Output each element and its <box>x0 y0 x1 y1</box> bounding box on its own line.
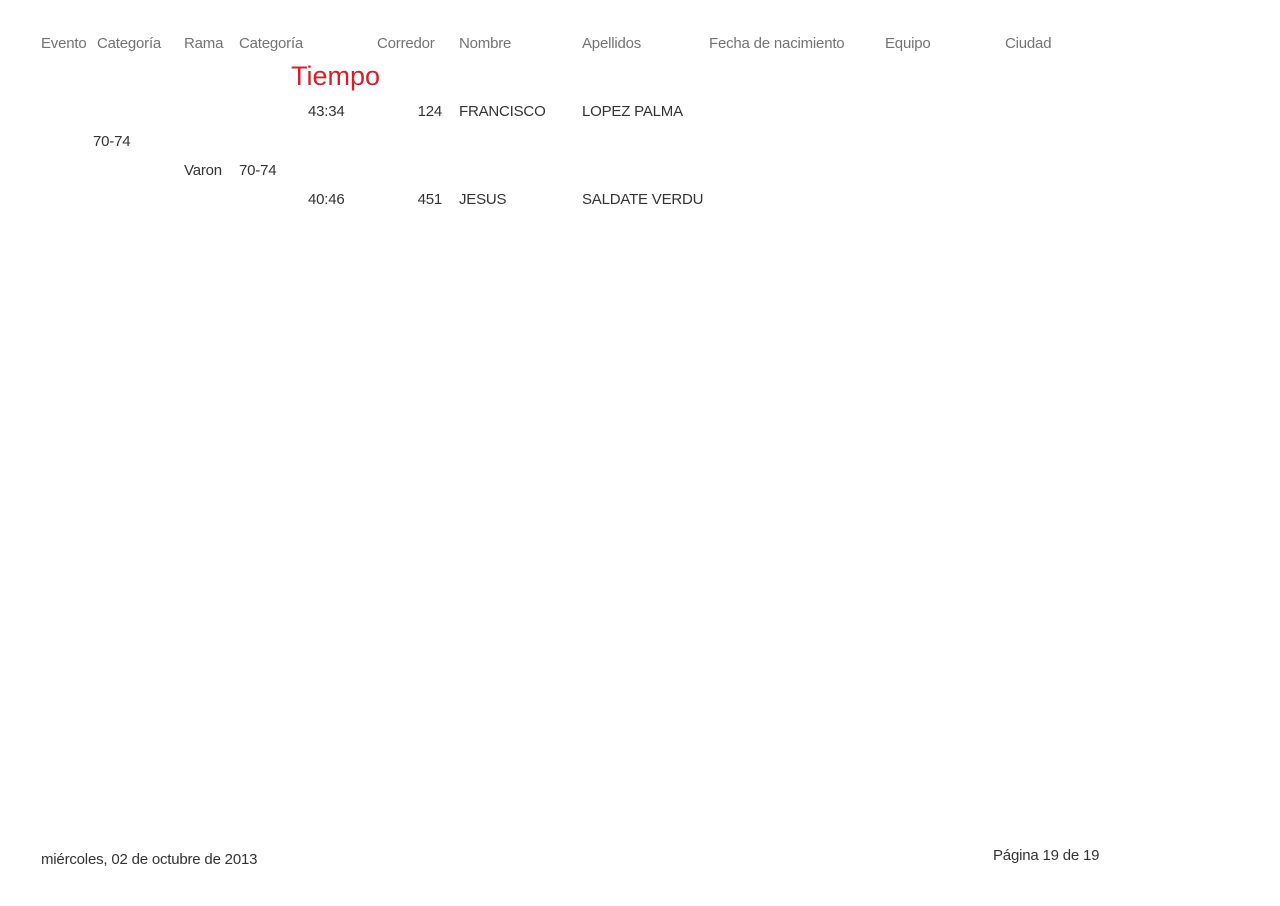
report-page: Evento Categoría Rama Categoría Corredor… <box>0 0 1280 906</box>
cell-apellidos: SALDATE VERDU <box>582 191 704 208</box>
cell-apellidos: LOPEZ PALMA <box>582 103 683 120</box>
footer-page-number: Página 19 de 19 <box>993 847 1100 864</box>
cell-tiempo: 40:46 <box>308 191 345 208</box>
group-rama: Varon <box>184 162 222 179</box>
cell-nombre: JESUS <box>459 191 507 208</box>
header-equipo: Equipo <box>885 35 931 52</box>
header-apellidos: Apellidos <box>582 35 642 52</box>
cell-corredor: 451 <box>417 191 443 208</box>
header-ciudad: Ciudad <box>1005 35 1052 52</box>
cell-nombre: FRANCISCO <box>459 103 546 120</box>
group-categoria-rama: 70-74 <box>239 162 277 179</box>
header-categoria: Categoría <box>97 35 162 52</box>
header-categoria-rama: Categoría <box>239 35 304 52</box>
header-fecha-nacimiento: Fecha de nacimiento <box>709 35 845 52</box>
header-rama: Rama <box>184 35 224 52</box>
cell-corredor: 124 <box>417 103 443 120</box>
footer-date: miércoles, 02 de octubre de 2013 <box>41 851 258 868</box>
header-corredor: Corredor <box>377 35 435 52</box>
header-nombre: Nombre <box>459 35 512 52</box>
group-categoria: 70-74 <box>93 133 131 150</box>
header-evento: Evento <box>41 35 87 52</box>
header-tiempo: Tiempo <box>291 61 381 91</box>
cell-tiempo: 43:34 <box>308 103 345 120</box>
